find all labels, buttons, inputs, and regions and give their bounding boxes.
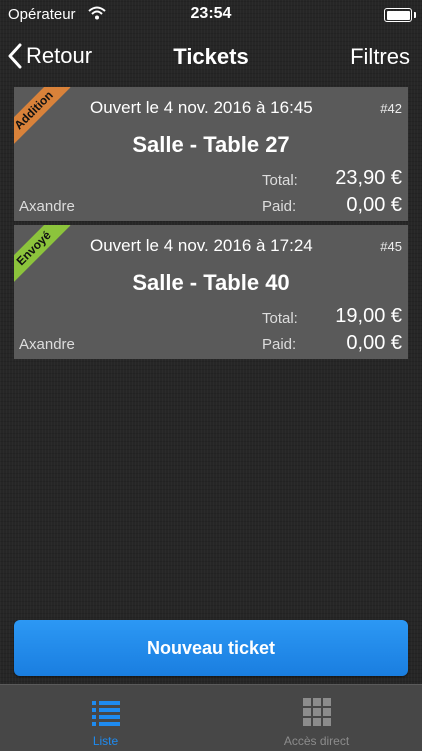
ticket-opened-date: Ouvert le 4 nov. 2016 à 17:24 (90, 236, 313, 255)
new-ticket-button[interactable]: Nouveau ticket (14, 620, 408, 676)
tab-bar: Liste Accès direct (0, 684, 422, 751)
status-bar: Opérateur 23:54 (0, 0, 422, 30)
navigation-bar: Retour Tickets Filtres (0, 30, 422, 84)
ticket-number: #45 (380, 239, 402, 254)
grid-icon (303, 698, 331, 726)
ticket-opened-date: Ouvert le 4 nov. 2016 à 16:45 (90, 98, 313, 117)
list-icon (92, 701, 120, 726)
ticket-author: Axandre (19, 198, 75, 215)
chevron-left-icon (8, 43, 22, 69)
paid-value: 0,00 € (346, 194, 402, 216)
back-label: Retour (26, 43, 93, 68)
ticket-author: Axandre (19, 336, 75, 353)
tab-list-label: Liste (92, 734, 119, 748)
battery-icon (384, 8, 416, 22)
tab-list[interactable]: Liste (0, 685, 211, 751)
paid-value: 0,00 € (346, 332, 402, 354)
paid-label: Paid: (262, 336, 297, 353)
total-label: Total: (262, 310, 298, 327)
total-value: 19,00 € (335, 305, 402, 327)
ticket-card[interactable]: Addition Ouvert le 4 nov. 2016 à 16:45 #… (14, 87, 408, 221)
paid-label: Paid: (262, 198, 297, 215)
tab-direct-access-label: Accès direct (283, 734, 350, 748)
total-label: Total: (262, 172, 298, 189)
app-screen: { "status_bar": { "carrier": "Opérateur"… (0, 0, 422, 751)
back-button[interactable]: Retour (8, 38, 92, 74)
ticket-card[interactable]: Envoyé Ouvert le 4 nov. 2016 à 17:24 #45… (14, 225, 408, 359)
ticket-table-name: Salle - Table 40 (132, 270, 290, 295)
status-time: 23:54 (190, 5, 232, 22)
ticket-table-name: Salle - Table 27 (132, 132, 290, 157)
total-value: 23,90 € (335, 167, 402, 189)
tab-direct-access[interactable]: Accès direct (211, 685, 422, 751)
ticket-number: #42 (380, 101, 402, 116)
filters-button[interactable]: Filtres (350, 44, 410, 70)
